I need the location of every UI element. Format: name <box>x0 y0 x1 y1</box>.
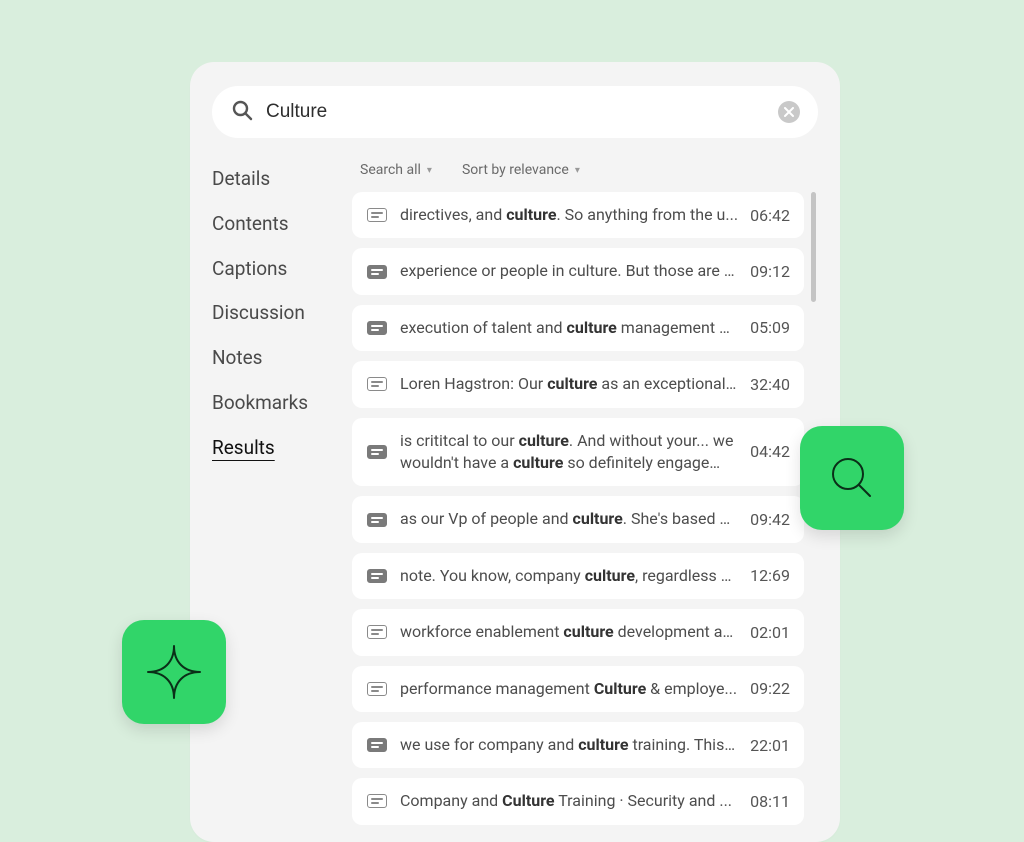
search-badge <box>800 426 904 530</box>
result-snippet: as our Vp of people and culture. She's b… <box>400 508 738 530</box>
sidebar-item-label: Notes <box>212 346 263 369</box>
sidebar-item-results[interactable]: Results <box>212 437 342 460</box>
caption-icon <box>366 321 388 335</box>
sidebar-item-label: Bookmarks <box>212 391 308 414</box>
search-result[interactable]: Company and Culture Training · Security … <box>352 778 804 824</box>
search-result[interactable]: workforce enablement culture development… <box>352 609 804 655</box>
result-controls: Search all ▾ Sort by relevance ▾ <box>352 162 818 178</box>
clear-search-button[interactable] <box>778 101 800 123</box>
search-result[interactable]: as our Vp of people and culture. She's b… <box>352 496 804 542</box>
result-timestamp: 04:42 <box>750 442 790 461</box>
result-timestamp: 02:01 <box>750 623 790 642</box>
sidebar-item-discussion[interactable]: Discussion <box>212 302 342 325</box>
result-timestamp: 09:42 <box>750 510 790 529</box>
sidebar-item-contents[interactable]: Contents <box>212 213 342 236</box>
result-snippet: experience or people in culture. But tho… <box>400 260 738 282</box>
result-snippet: is crititcal to our culture. And without… <box>400 430 738 475</box>
sidebar-item-label: Contents <box>212 212 289 235</box>
result-timestamp: 12:69 <box>750 566 790 585</box>
search-result[interactable]: performance management Culture & employe… <box>352 666 804 712</box>
search-result[interactable]: note. You know, company culture, regardl… <box>352 553 804 599</box>
search-results-list: directives, and culture. So anything fro… <box>352 192 818 825</box>
sidebar-item-bookmarks[interactable]: Bookmarks <box>212 392 342 415</box>
search-input[interactable] <box>266 101 766 123</box>
result-timestamp: 06:42 <box>750 206 790 225</box>
result-snippet: directives, and culture. So anything fro… <box>400 204 738 226</box>
sparkle-badge <box>122 620 226 724</box>
result-snippet: performance management Culture & employe… <box>400 678 738 700</box>
search-result[interactable]: Loren Hagstron: Our culture as an except… <box>352 361 804 407</box>
result-timestamp: 09:22 <box>750 679 790 698</box>
result-snippet: Company and Culture Training · Security … <box>400 790 738 812</box>
caption-icon <box>366 682 388 696</box>
search-result[interactable]: we use for company and culture training.… <box>352 722 804 768</box>
search-result[interactable]: is crititcal to our culture. And without… <box>352 418 804 487</box>
caption-icon <box>366 569 388 583</box>
caption-icon <box>366 794 388 808</box>
result-timestamp: 22:01 <box>750 736 790 755</box>
sidebar-item-details[interactable]: Details <box>212 168 342 191</box>
caption-icon <box>366 513 388 527</box>
sidebar-item-label: Discussion <box>212 301 305 324</box>
results-pane: Search all ▾ Sort by relevance ▾ directi… <box>352 162 818 842</box>
result-timestamp: 09:12 <box>750 262 790 281</box>
result-timestamp: 08:11 <box>750 792 790 811</box>
result-snippet: workforce enablement culture development… <box>400 621 738 643</box>
caption-icon <box>366 208 388 222</box>
search-scope-label: Search all <box>360 162 421 178</box>
search-scope-dropdown[interactable]: Search all ▾ <box>360 162 432 178</box>
sidebar-item-captions[interactable]: Captions <box>212 258 342 281</box>
scrollbar-thumb[interactable] <box>811 192 816 302</box>
search-result[interactable]: directives, and culture. So anything fro… <box>352 192 804 238</box>
result-timestamp: 05:09 <box>750 318 790 337</box>
sidebar-item-label: Results <box>212 436 275 459</box>
result-snippet: Loren Hagstron: Our culture as an except… <box>400 373 738 395</box>
search-panel: Details Contents Captions Discussion Notes Bo… <box>190 62 840 842</box>
caption-icon <box>366 377 388 391</box>
sidebar: Details Contents Captions Discussion Notes Bo… <box>212 162 342 842</box>
result-snippet: we use for company and culture training.… <box>400 734 738 756</box>
chevron-down-icon: ▾ <box>427 165 432 176</box>
chevron-down-icon: ▾ <box>575 165 580 176</box>
result-snippet: execution of talent and culture manageme… <box>400 317 738 339</box>
sidebar-item-label: Details <box>212 167 270 190</box>
search-result[interactable]: execution of talent and culture manageme… <box>352 305 804 351</box>
sidebar-item-label: Captions <box>212 257 287 280</box>
result-timestamp: 32:40 <box>750 375 790 394</box>
sidebar-item-notes[interactable]: Notes <box>212 347 342 370</box>
caption-icon <box>366 265 388 279</box>
caption-icon <box>366 625 388 639</box>
caption-icon <box>366 445 388 459</box>
search-bar <box>212 86 818 138</box>
result-snippet: note. You know, company culture, regardl… <box>400 565 738 587</box>
sort-dropdown[interactable]: Sort by relevance ▾ <box>462 162 580 178</box>
caption-icon <box>366 738 388 752</box>
search-result[interactable]: experience or people in culture. But tho… <box>352 248 804 294</box>
search-icon <box>230 98 254 126</box>
sort-label: Sort by relevance <box>462 162 569 178</box>
